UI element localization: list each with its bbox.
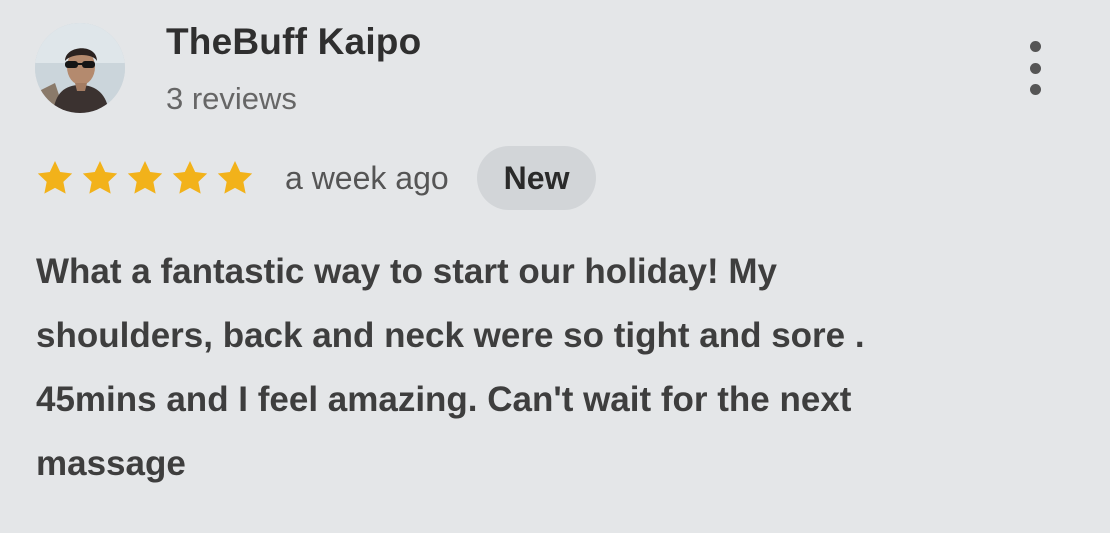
star-rating xyxy=(35,158,255,198)
star-icon xyxy=(170,158,210,198)
review-timestamp: a week ago xyxy=(285,159,449,196)
more-vert-icon xyxy=(1029,41,1041,52)
avatar-photo xyxy=(35,23,125,113)
review-text: What a fantastic way to start our holida… xyxy=(36,252,865,483)
review-count: 3 reviews xyxy=(166,81,297,116)
more-vert-icon-dot xyxy=(1029,62,1041,74)
star-icon xyxy=(215,158,255,198)
new-badge: New xyxy=(476,146,597,210)
star-icon xyxy=(80,158,120,198)
more-options-button[interactable] xyxy=(1014,38,1056,98)
review-card: TheBuff Kaipo 3 reviews a week ago New W… xyxy=(0,0,1110,533)
star-icon xyxy=(35,158,75,198)
avatar[interactable] xyxy=(35,23,125,113)
more-vert-icon-dot xyxy=(1029,84,1041,95)
star-icon xyxy=(125,158,165,198)
rating-row: a week ago New xyxy=(35,146,597,210)
author-name[interactable]: TheBuff Kaipo xyxy=(166,21,421,63)
